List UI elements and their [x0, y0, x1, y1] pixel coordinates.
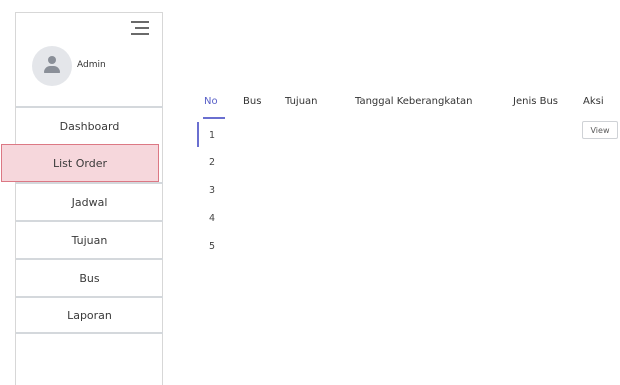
hamburger-menu-icon[interactable] — [131, 21, 149, 35]
table-row-no: 2 — [209, 157, 216, 168]
sidebar-nav: Dashboard List Order Jadwal Tujuan Bus L… — [1, 106, 163, 334]
table-row-no: 4 — [209, 213, 216, 224]
column-header-tanggal-keberangkatan[interactable]: Tanggal Keberangkatan — [355, 96, 472, 107]
sidebar-item-bus[interactable]: Bus — [16, 258, 163, 296]
active-tab-underline — [203, 117, 225, 119]
table-row-no: 3 — [209, 185, 216, 196]
column-header-bus[interactable]: Bus — [243, 96, 261, 107]
user-icon — [48, 56, 56, 64]
sidebar-item-tujuan[interactable]: Tujuan — [16, 220, 163, 258]
column-header-jenis-bus[interactable]: Jenis Bus — [513, 96, 558, 107]
column-header-aksi[interactable]: Aksi — [583, 96, 604, 107]
sidebar-item-dashboard[interactable]: Dashboard — [16, 106, 163, 144]
avatar — [32, 46, 72, 86]
sidebar: Admin Dashboard List Order Jadwal Tujuan… — [1, 12, 163, 385]
table-row-no: 5 — [209, 241, 216, 252]
sidebar-item-laporan[interactable]: Laporan — [16, 296, 163, 334]
user-name: Admin — [77, 60, 106, 70]
table-row-no: 1 — [209, 130, 216, 141]
view-button[interactable]: View — [582, 121, 618, 139]
sidebar-item-list-order[interactable]: List Order — [1, 144, 159, 182]
column-header-tujuan[interactable]: Tujuan — [285, 96, 318, 107]
row-selection-indicator — [197, 122, 199, 147]
sidebar-item-jadwal[interactable]: Jadwal — [16, 182, 163, 220]
column-header-no[interactable]: No — [204, 96, 218, 107]
